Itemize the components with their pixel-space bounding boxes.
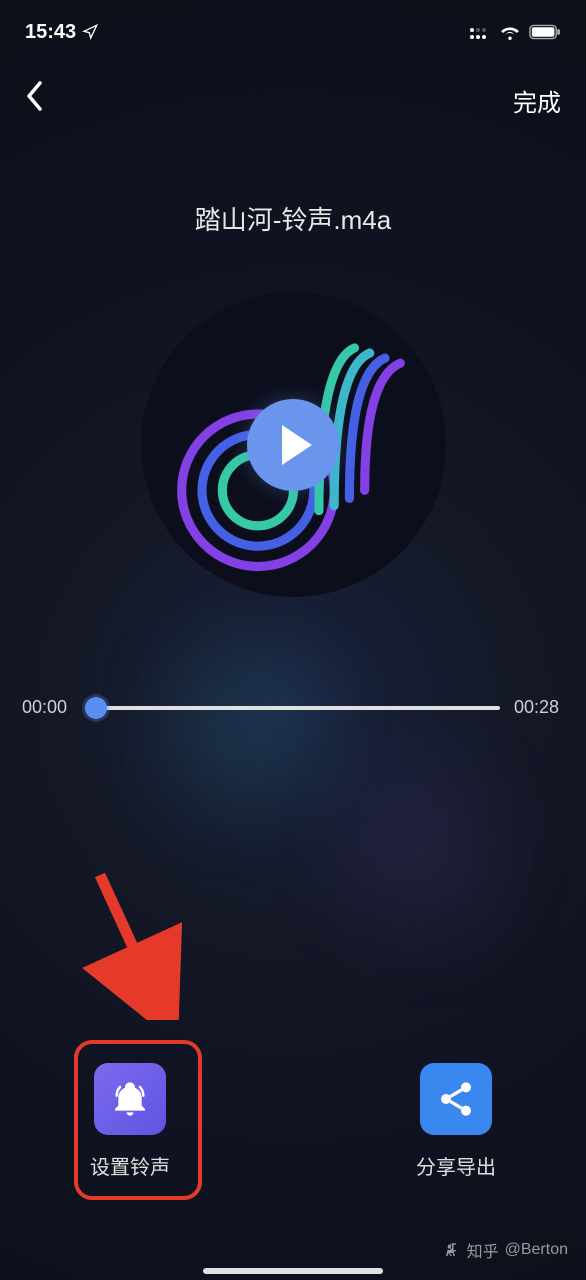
annotation-arrow bbox=[70, 860, 200, 1020]
nav-bar: 完成 bbox=[0, 50, 586, 130]
progress-thumb[interactable] bbox=[85, 697, 107, 719]
album-art bbox=[141, 292, 446, 597]
chevron-left-icon bbox=[25, 80, 43, 112]
location-icon bbox=[82, 24, 98, 40]
share-export-button[interactable]: 分享导出 bbox=[416, 1063, 496, 1180]
play-icon bbox=[282, 425, 312, 465]
back-button[interactable] bbox=[25, 80, 43, 120]
done-button[interactable]: 完成 bbox=[513, 83, 561, 118]
signal-icon bbox=[469, 24, 491, 40]
bell-icon bbox=[110, 1079, 150, 1119]
watermark-handle: @Berton bbox=[505, 1241, 568, 1259]
battery-icon bbox=[529, 24, 561, 40]
status-time: 15:43 bbox=[25, 21, 76, 44]
watermark: 知乎 @Berton bbox=[443, 1238, 568, 1262]
set-ringtone-button[interactable]: 设置铃声 bbox=[90, 1063, 170, 1180]
file-title: 踏山河-铃声.m4a bbox=[0, 200, 586, 237]
wifi-icon bbox=[499, 24, 521, 40]
play-button[interactable] bbox=[247, 399, 339, 491]
status-bar: 15:43 bbox=[0, 0, 586, 50]
progress-track[interactable] bbox=[86, 706, 500, 710]
share-export-label: 分享导出 bbox=[416, 1151, 496, 1180]
zhihu-icon bbox=[443, 1241, 461, 1259]
time-current: 00:00 bbox=[22, 697, 72, 718]
home-indicator[interactable] bbox=[203, 1268, 383, 1274]
watermark-source: 知乎 bbox=[467, 1238, 499, 1262]
set-ringtone-label: 设置铃声 bbox=[90, 1151, 170, 1180]
share-icon bbox=[436, 1079, 476, 1119]
